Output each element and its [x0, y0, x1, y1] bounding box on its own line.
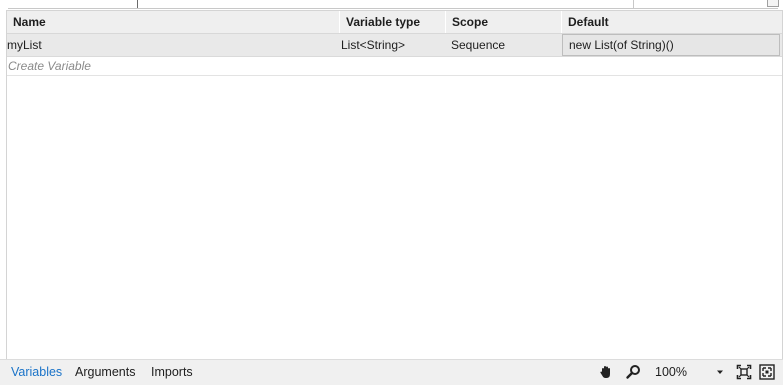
- magnifier-icon[interactable]: [625, 364, 641, 380]
- hand-icon[interactable]: [598, 364, 614, 380]
- variable-type-cell[interactable]: List<String>: [340, 34, 446, 56]
- canvas-corner-control[interactable]: [767, 0, 779, 7]
- create-variable-label[interactable]: Create Variable: [8, 57, 91, 75]
- tab-variables[interactable]: Variables: [11, 360, 62, 384]
- zoom-level-select[interactable]: 100%: [655, 360, 687, 384]
- tab-imports[interactable]: Imports: [151, 360, 193, 384]
- tab-arguments[interactable]: Arguments: [75, 360, 135, 384]
- column-header-scope[interactable]: Scope: [446, 11, 562, 33]
- canvas-border: [8, 0, 778, 9]
- column-header-default[interactable]: Default: [562, 11, 782, 33]
- grid-header: Name Variable type Scope Default: [7, 11, 782, 34]
- designer-bottom-bar: Variables Arguments Imports 100%: [0, 359, 783, 385]
- column-header-variable-type[interactable]: Variable type: [340, 11, 446, 33]
- chevron-down-icon[interactable]: [714, 364, 726, 380]
- canvas-divider-right: [633, 0, 634, 8]
- column-header-name[interactable]: Name: [7, 11, 340, 33]
- variable-default-field[interactable]: new List(of String)(): [562, 34, 780, 56]
- variable-scope-cell[interactable]: Sequence: [446, 34, 562, 56]
- variables-panel-window: Name Variable type Scope Default myList …: [0, 0, 783, 385]
- variables-grid: Name Variable type Scope Default myList …: [6, 10, 783, 360]
- fit-to-screen-icon[interactable]: [736, 364, 752, 380]
- table-row[interactable]: myList List<String> Sequence new List(of…: [7, 34, 782, 57]
- create-variable-row[interactable]: Create Variable: [7, 57, 782, 76]
- canvas-divider: [137, 0, 138, 8]
- designer-canvas-edge: [0, 0, 783, 10]
- overview-icon[interactable]: [759, 364, 775, 380]
- variable-name-cell[interactable]: myList: [7, 34, 340, 56]
